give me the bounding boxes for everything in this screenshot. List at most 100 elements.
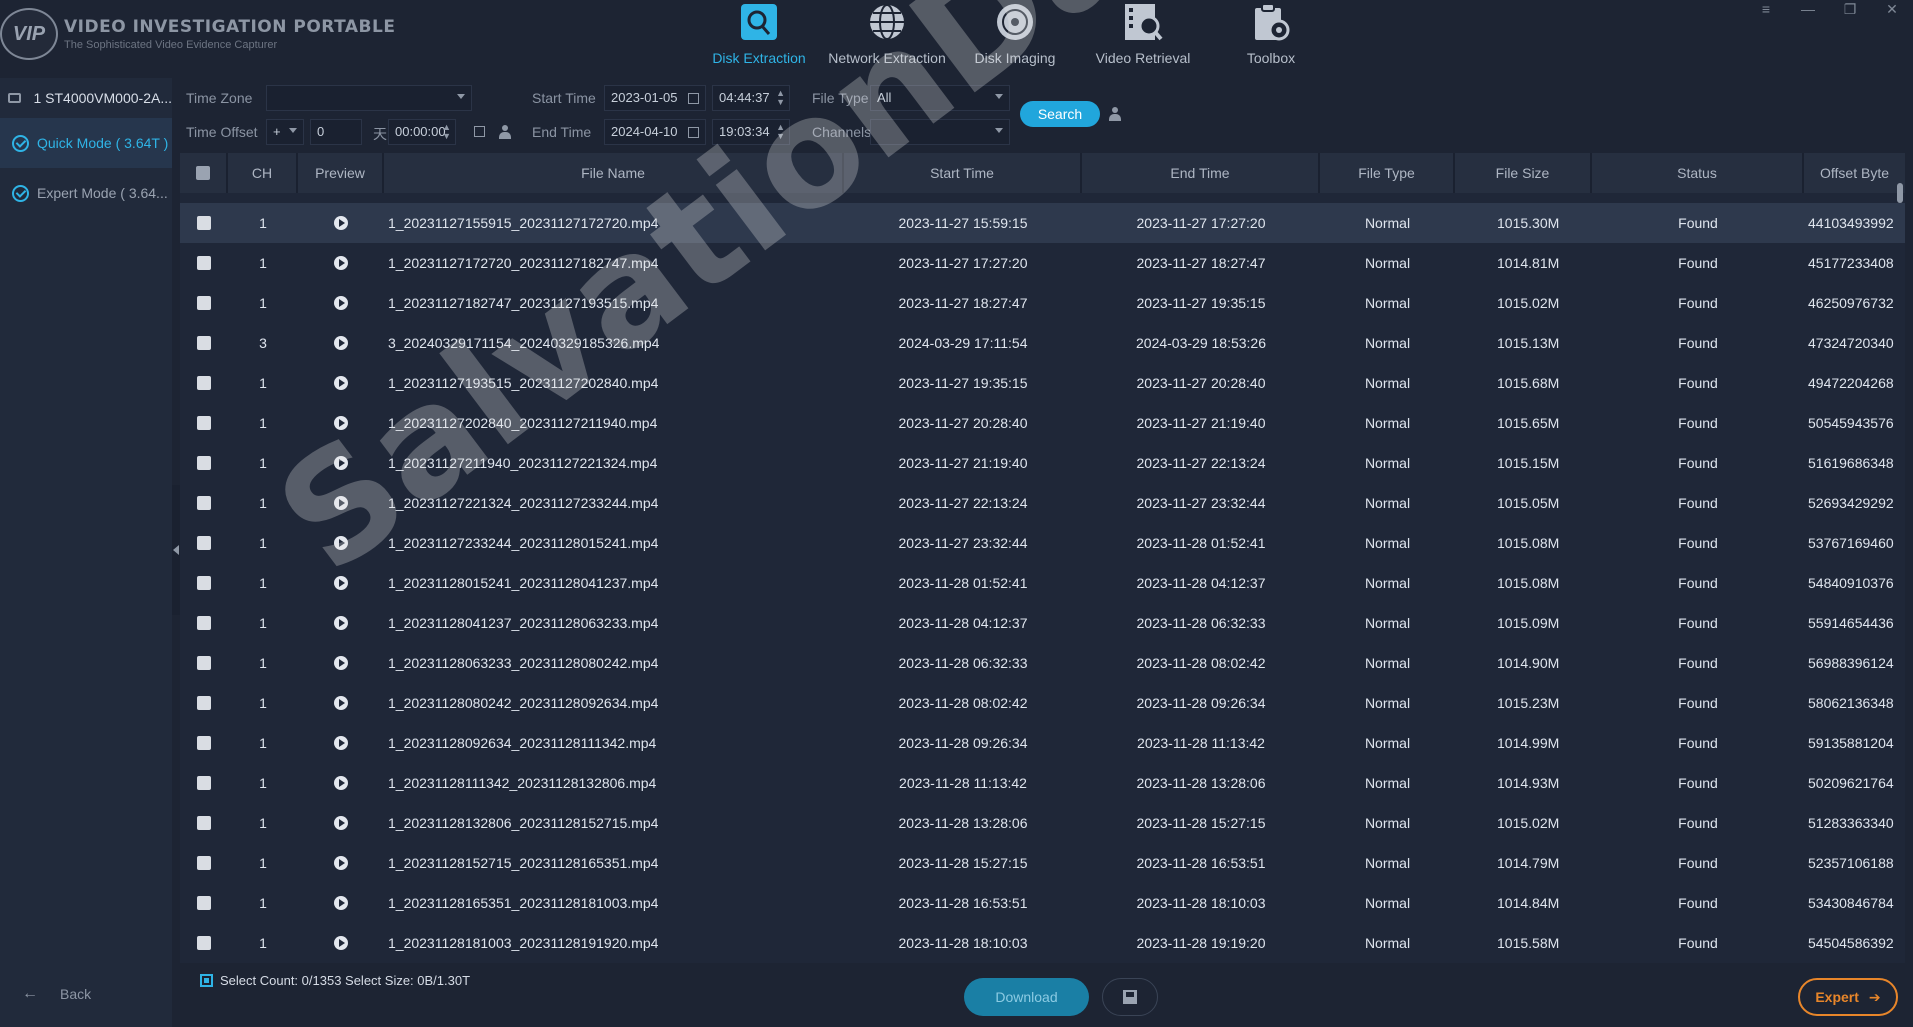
cell-preview[interactable] — [298, 843, 384, 883]
header-ch[interactable]: CH — [228, 153, 298, 193]
cell-preview[interactable] — [298, 603, 384, 643]
table-row[interactable]: 1 1_20231128152715_20231128165351.mp4 2023… — [180, 843, 1905, 883]
cell-preview[interactable] — [298, 683, 384, 723]
row-checkbox[interactable] — [197, 496, 211, 510]
person-icon[interactable] — [498, 125, 512, 139]
row-checkbox-cell[interactable] — [180, 883, 228, 923]
play-preview-icon[interactable] — [334, 376, 348, 390]
cell-preview[interactable] — [298, 883, 384, 923]
play-preview-icon[interactable] — [334, 696, 348, 710]
header-file-name[interactable]: File Name — [384, 153, 844, 193]
calendar-icon[interactable] — [688, 127, 699, 138]
table-row[interactable]: 1 1_20231128181003_20231128191920.mp4 2023… — [180, 923, 1905, 963]
spinner-icon[interactable]: ▲ ▼ — [442, 123, 451, 141]
table-row[interactable]: 1 1_20231127233244_20231128015241.mp4 2023… — [180, 523, 1905, 563]
play-preview-icon[interactable] — [334, 936, 348, 950]
row-checkbox-cell[interactable] — [180, 523, 228, 563]
cell-preview[interactable] — [298, 763, 384, 803]
table-row[interactable]: 1 1_20231127182747_20231127193515.mp4 2023… — [180, 283, 1905, 323]
row-checkbox[interactable] — [197, 616, 211, 630]
row-checkbox-cell[interactable] — [180, 643, 228, 683]
row-checkbox[interactable] — [197, 896, 211, 910]
play-preview-icon[interactable] — [334, 816, 348, 830]
row-checkbox[interactable] — [197, 296, 211, 310]
table-row[interactable]: 1 1_20231127211940_20231127221324.mp4 2023… — [180, 443, 1905, 483]
start-date-input[interactable]: 2023-01-05 — [604, 85, 706, 111]
cell-preview[interactable] — [298, 403, 384, 443]
table-row[interactable]: 1 1_20231128111342_20231128132806.mp4 2023… — [180, 763, 1905, 803]
cell-preview[interactable] — [298, 243, 384, 283]
row-checkbox[interactable] — [197, 816, 211, 830]
menu-icon[interactable]: ≡ — [1745, 0, 1787, 18]
row-checkbox-cell[interactable] — [180, 803, 228, 843]
row-checkbox-cell[interactable] — [180, 683, 228, 723]
row-checkbox-cell[interactable] — [180, 603, 228, 643]
minimize-icon[interactable]: — — [1787, 0, 1829, 18]
table-row[interactable]: 1 1_20231127202840_20231127211940.mp4 2023… — [180, 403, 1905, 443]
cell-preview[interactable] — [298, 803, 384, 843]
cell-preview[interactable] — [298, 283, 384, 323]
table-row[interactable]: 1 1_20231128132806_20231128152715.mp4 2023… — [180, 803, 1905, 843]
cell-preview[interactable] — [298, 923, 384, 963]
table-row[interactable]: 1 1_20231128063233_20231128080242.mp4 2023… — [180, 643, 1905, 683]
play-preview-icon[interactable] — [334, 296, 348, 310]
close-icon[interactable]: ✕ — [1871, 0, 1913, 18]
save-button[interactable] — [1102, 978, 1158, 1016]
cell-preview[interactable] — [298, 643, 384, 683]
channels-select[interactable] — [870, 119, 1010, 145]
play-preview-icon[interactable] — [334, 416, 348, 430]
table-row[interactable]: 1 1_20231127155915_20231127172720.mp4 2023… — [180, 203, 1905, 243]
time-offset-days-input[interactable]: 0 — [310, 119, 362, 145]
spinner-icon[interactable]: ▲ ▼ — [776, 123, 785, 141]
nav-video-retrieval[interactable]: Video Retrieval — [1079, 0, 1207, 78]
play-preview-icon[interactable] — [334, 576, 348, 590]
table-row[interactable]: 1 1_20231127172720_20231127182747.mp4 2023… — [180, 243, 1905, 283]
cell-preview[interactable] — [298, 323, 384, 363]
sidebar-collapse-handle[interactable] — [172, 485, 180, 615]
calendar-icon[interactable] — [688, 93, 699, 104]
row-checkbox-cell[interactable] — [180, 363, 228, 403]
table-row[interactable]: 1 1_20231128165351_20231128181003.mp4 2023… — [180, 883, 1905, 923]
table-row[interactable]: 1 1_20231128080242_20231128092634.mp4 2023… — [180, 683, 1905, 723]
header-start-time[interactable]: Start Time — [844, 153, 1082, 193]
row-checkbox[interactable] — [197, 456, 211, 470]
row-checkbox[interactable] — [197, 576, 211, 590]
row-checkbox[interactable] — [197, 696, 211, 710]
play-preview-icon[interactable] — [334, 496, 348, 510]
row-checkbox-cell[interactable] — [180, 763, 228, 803]
play-preview-icon[interactable] — [334, 896, 348, 910]
header-status[interactable]: Status — [1592, 153, 1804, 193]
table-row[interactable]: 3 3_20240329171154_20240329185326.mp4 2024… — [180, 323, 1905, 363]
nav-disk-extraction[interactable]: Disk Extraction — [695, 0, 823, 78]
play-preview-icon[interactable] — [334, 336, 348, 350]
row-checkbox-cell[interactable] — [180, 243, 228, 283]
row-checkbox[interactable] — [197, 936, 211, 950]
play-preview-icon[interactable] — [334, 736, 348, 750]
table-row[interactable]: 1 1_20231128015241_20231128041237.mp4 2023… — [180, 563, 1905, 603]
end-clock-input[interactable]: 19:03:34 ▲ ▼ — [712, 119, 790, 145]
table-row[interactable]: 1 1_20231127193515_20231127202840.mp4 2023… — [180, 363, 1905, 403]
header-file-type[interactable]: File Type — [1320, 153, 1455, 193]
select-all-checkbox[interactable] — [196, 166, 210, 180]
play-preview-icon[interactable] — [334, 616, 348, 630]
cell-preview[interactable] — [298, 523, 384, 563]
play-preview-icon[interactable] — [334, 656, 348, 670]
nav-toolbox[interactable]: Toolbox — [1207, 0, 1335, 78]
expert-button[interactable]: Expert ➔ — [1798, 978, 1898, 1016]
row-checkbox-cell[interactable] — [180, 443, 228, 483]
play-preview-icon[interactable] — [334, 776, 348, 790]
header-file-size[interactable]: File Size — [1455, 153, 1592, 193]
header-select-all[interactable] — [180, 153, 228, 193]
nav-network-extraction[interactable]: Network Extraction — [823, 0, 951, 78]
table-row[interactable]: 1 1_20231127221324_20231127233244.mp4 2023… — [180, 483, 1905, 523]
row-checkbox[interactable] — [197, 216, 211, 230]
start-clock-input[interactable]: 04:44:37 ▲ ▼ — [712, 85, 790, 111]
row-checkbox[interactable] — [197, 536, 211, 550]
cell-preview[interactable] — [298, 563, 384, 603]
row-checkbox[interactable] — [197, 776, 211, 790]
restore-icon[interactable]: ❐ — [1829, 0, 1871, 18]
play-preview-icon[interactable] — [334, 456, 348, 470]
sidebar-item-quick-mode[interactable]: Quick Mode ( 3.64T ) — [0, 118, 172, 168]
play-preview-icon[interactable] — [334, 216, 348, 230]
header-offset-byte[interactable]: Offset Byte — [1804, 153, 1905, 193]
